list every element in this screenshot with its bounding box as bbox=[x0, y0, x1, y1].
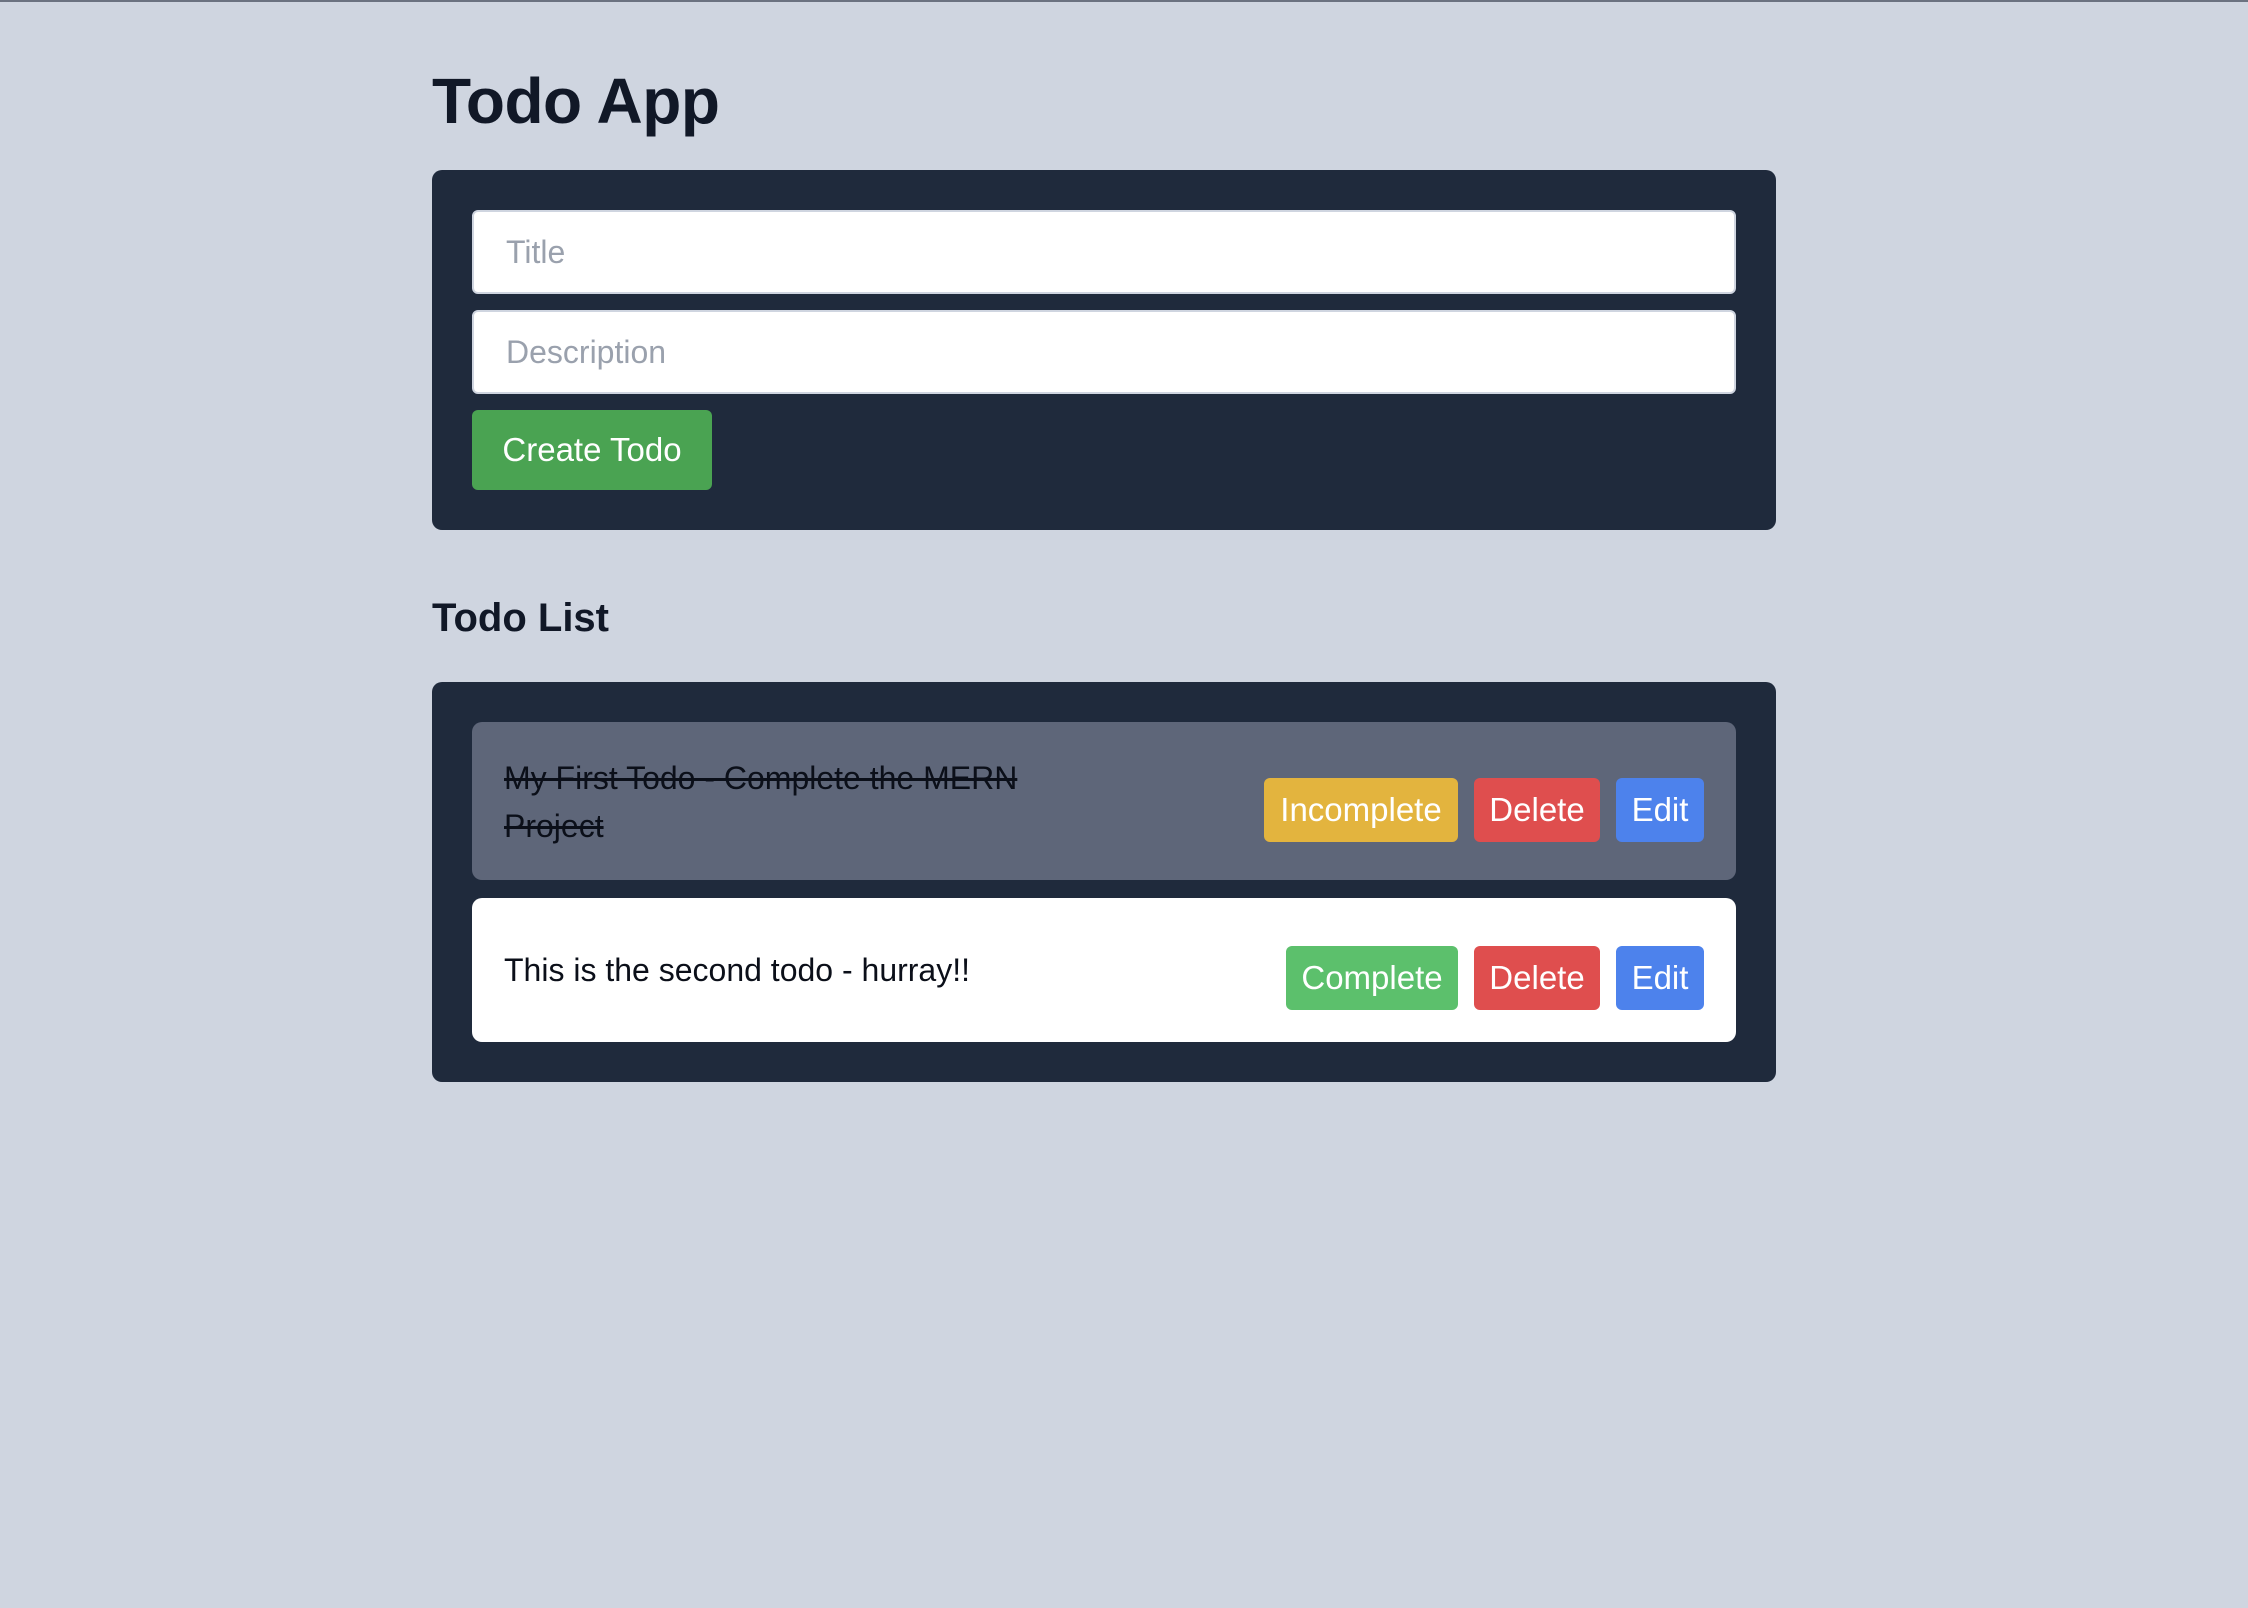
top-border bbox=[0, 0, 2248, 2]
todo-text: This is the second todo - hurray!! bbox=[504, 952, 970, 988]
todo-list: My First Todo - Complete the MERN Projec… bbox=[432, 682, 1776, 1082]
delete-button[interactable]: Delete bbox=[1474, 778, 1600, 842]
delete-button[interactable]: Delete bbox=[1474, 946, 1600, 1010]
create-todo-form: Create Todo bbox=[432, 170, 1776, 530]
todo-list-heading: Todo List bbox=[432, 596, 609, 640]
title-input[interactable] bbox=[472, 210, 1736, 294]
todo-item-open: This is the second todo - hurray!! Compl… bbox=[472, 898, 1736, 1042]
edit-button[interactable]: Edit bbox=[1616, 946, 1704, 1010]
todo-text: My First Todo - Complete the MERN Projec… bbox=[504, 760, 1018, 844]
mark-incomplete-button[interactable]: Incomplete bbox=[1264, 778, 1458, 842]
page-title: Todo App bbox=[432, 65, 720, 137]
create-todo-button[interactable]: Create Todo bbox=[472, 410, 712, 490]
description-input[interactable] bbox=[472, 310, 1736, 394]
edit-button[interactable]: Edit bbox=[1616, 778, 1704, 842]
todo-item-completed: My First Todo - Complete the MERN Projec… bbox=[472, 722, 1736, 880]
mark-complete-button[interactable]: Complete bbox=[1286, 946, 1458, 1010]
